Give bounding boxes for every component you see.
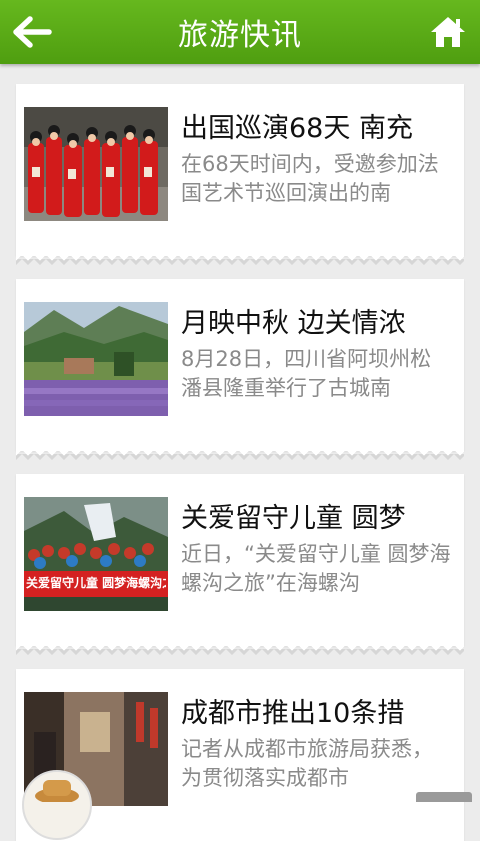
- news-summary: 8月28日，四川省阿坝州松潘县隆重举行了古城南: [181, 347, 432, 400]
- news-summary: 记者从成都市旅游局获悉，为贯彻落实成都市: [181, 737, 433, 790]
- page-title: 旅游快讯: [178, 18, 302, 53]
- card-edge: [16, 254, 464, 262]
- card-edge: [16, 449, 464, 457]
- news-headline: 成都市推出10条措: [181, 698, 405, 729]
- back-button[interactable]: [10, 12, 54, 52]
- news-thumbnail: [24, 302, 168, 416]
- news-card[interactable]: 出国巡演68天 南充 在68天时间内，受邀参加法国艺术节巡回演出的南: [16, 84, 464, 265]
- news-summary: 在68天时间内，受邀参加法国艺术节巡回演出的南: [181, 152, 439, 205]
- news-headline: 月映中秋 边关情浓: [181, 308, 406, 339]
- news-thumbnail: 关爱留守儿童 圆梦海螺沟之旅: [24, 497, 168, 611]
- banner-text: 关爱留守儿童 圆梦海螺沟之旅: [26, 576, 166, 590]
- news-thumbnail: [24, 107, 168, 221]
- news-headline: 出国巡演68天 南充: [181, 113, 413, 144]
- news-card[interactable]: 月映中秋 边关情浓 8月28日，四川省阿坝州松潘县隆重举行了古城南: [16, 279, 464, 460]
- news-headline: 关爱留守儿童 圆梦: [181, 503, 406, 534]
- mascot-avatar[interactable]: [22, 770, 92, 840]
- app-header: 旅游快讯: [0, 0, 480, 64]
- news-card[interactable]: 关爱留守儿童 圆梦海螺沟之旅 关爱留守儿童 圆梦 近日，“关爱留守儿童 圆梦海螺…: [16, 474, 464, 655]
- card-edge: [16, 644, 464, 652]
- scroll-handle[interactable]: [416, 792, 472, 802]
- news-summary: 近日，“关爱留守儿童 圆梦海螺沟之旅”在海螺沟: [181, 542, 451, 595]
- home-icon: [431, 17, 465, 47]
- home-button[interactable]: [428, 12, 468, 52]
- arrow-left-icon: [13, 16, 52, 48]
